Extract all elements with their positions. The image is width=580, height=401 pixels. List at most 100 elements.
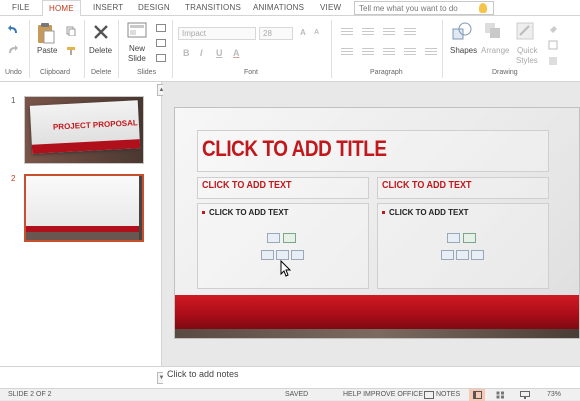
thumbnail-floor: [26, 232, 142, 240]
title-placeholder[interactable]: CLICK TO ADD TITLE: [197, 130, 549, 172]
title-placeholder-text: CLICK TO ADD TITLE: [202, 136, 387, 161]
save-status: SAVED: [285, 391, 309, 398]
font-name-field[interactable]: Impact: [178, 27, 256, 40]
group-label-clipboard: Clipboard: [40, 69, 70, 76]
divider: [84, 20, 85, 78]
slide-number-1: 1: [11, 96, 16, 105]
thumbnail-title: PROJECT PROPOSAL: [52, 118, 138, 132]
quick-styles-label-1[interactable]: Quick: [517, 46, 537, 55]
normal-view-icon: [473, 391, 482, 399]
quick-styles-label-2[interactable]: Styles: [516, 56, 538, 65]
insert-video-icon[interactable]: [291, 250, 304, 260]
insert-picture-icon[interactable]: [441, 250, 454, 260]
right-content-placeholder[interactable]: CLICK TO ADD TEXT: [377, 203, 549, 289]
new-slide-label-1[interactable]: New: [129, 44, 145, 53]
group-label-delete: Delete: [91, 69, 112, 76]
insert-table-icon[interactable]: [267, 233, 280, 243]
right-header-placeholder[interactable]: CLICK TO ADD TEXT: [377, 177, 549, 199]
insert-online-picture-icon[interactable]: [276, 250, 289, 260]
font-color-button[interactable]: A: [233, 48, 240, 58]
bullets-icon[interactable]: [341, 28, 353, 37]
reading-view-icon[interactable]: [520, 391, 530, 399]
copy-icon[interactable]: [66, 26, 76, 36]
help-improve-link[interactable]: HELP IMPROVE OFFICE: [343, 391, 423, 398]
quick-styles-icon[interactable]: [516, 22, 534, 40]
tab-insert[interactable]: INSERT: [93, 3, 123, 12]
divider: [331, 20, 332, 78]
shapes-button[interactable]: Shapes: [450, 46, 477, 55]
insert-table-icon[interactable]: [447, 233, 460, 243]
divider: [172, 20, 173, 78]
insert-chart-icon[interactable]: [463, 233, 476, 243]
slide-thumbnail-1[interactable]: PROJECT PROPOSAL: [24, 96, 144, 164]
slide-indicator: SLIDE 2 OF 2: [8, 391, 52, 398]
group-label-undo: Undo: [5, 69, 22, 76]
align-left-icon[interactable]: [341, 48, 353, 57]
new-slide-icon[interactable]: [127, 22, 147, 38]
reset-icon[interactable]: [156, 39, 166, 47]
shrink-font-icon[interactable]: A: [314, 29, 319, 36]
shapes-icon[interactable]: [452, 22, 472, 40]
font-size-field[interactable]: 28: [259, 27, 293, 40]
grow-font-icon[interactable]: A: [300, 28, 306, 37]
new-slide-label-2[interactable]: Slide: [128, 54, 146, 63]
tab-home[interactable]: HOME: [42, 0, 81, 17]
thumbnail-card: PROJECT PROPOSAL: [29, 100, 141, 154]
tab-design[interactable]: DESIGN: [138, 3, 170, 12]
insert-picture-icon[interactable]: [261, 250, 274, 260]
divider: [118, 20, 119, 78]
group-label-drawing: Drawing: [492, 69, 518, 76]
notes-left-spacer: [0, 366, 163, 388]
slide-red-band: [175, 295, 579, 329]
thumbnail-red-bar: [31, 139, 141, 154]
arrange-icon[interactable]: [484, 22, 502, 40]
shape-effects-icon[interactable]: [548, 56, 558, 66]
tab-view[interactable]: VIEW: [320, 3, 341, 12]
insert-online-picture-icon[interactable]: [456, 250, 469, 260]
insert-video-icon[interactable]: [471, 250, 484, 260]
slide-thumbnail-pane: 1 PROJECT PROPOSAL 2: [0, 82, 162, 366]
slide-editing-canvas: CLICK TO ADD TITLE CLICK TO ADD TEXT CLI…: [163, 82, 580, 366]
tell-me-search[interactable]: Tell me what you want to do: [354, 1, 494, 15]
tab-transitions[interactable]: TRANSITIONS: [185, 3, 241, 12]
ribbon: Undo Paste Clipboard Delete Delete New S…: [0, 16, 580, 82]
section-icon[interactable]: [156, 54, 166, 62]
notes-button[interactable]: NOTES: [436, 391, 460, 398]
insert-chart-icon[interactable]: [283, 233, 296, 243]
shape-outline-icon[interactable]: [548, 40, 558, 50]
thumbnail-edge: [139, 176, 142, 240]
layout-icon[interactable]: [156, 24, 166, 32]
delete-button[interactable]: Delete: [89, 46, 112, 55]
shape-fill-icon[interactable]: [548, 24, 558, 34]
mouse-cursor-icon: [280, 260, 292, 277]
paste-button[interactable]: Paste: [37, 46, 57, 55]
align-center-icon[interactable]: [362, 48, 374, 57]
right-header-text: CLICK TO ADD TEXT: [382, 180, 472, 191]
bold-button[interactable]: B: [183, 48, 190, 58]
numbering-icon[interactable]: [362, 28, 374, 37]
justify-icon[interactable]: [404, 48, 416, 57]
tab-file[interactable]: FILE: [12, 3, 30, 12]
insert-content-icons: [441, 233, 485, 267]
undo-icon[interactable]: [7, 24, 19, 34]
current-slide: CLICK TO ADD TITLE CLICK TO ADD TEXT CLI…: [174, 107, 580, 339]
tab-animations[interactable]: ANIMATIONS: [253, 3, 304, 12]
slide-number-2: 2: [11, 174, 16, 183]
redo-icon[interactable]: [7, 44, 19, 54]
left-header-placeholder[interactable]: CLICK TO ADD TEXT: [197, 177, 369, 199]
increase-indent-icon[interactable]: [404, 28, 416, 37]
zoom-level[interactable]: 73%: [547, 391, 561, 398]
arrange-button[interactable]: Arrange: [481, 46, 509, 55]
format-painter-icon[interactable]: [66, 46, 76, 56]
decrease-indent-icon[interactable]: [383, 28, 395, 37]
slide-thumbnail-2[interactable]: [24, 174, 144, 242]
slide-sorter-icon[interactable]: [496, 391, 505, 399]
align-right-icon[interactable]: [383, 48, 395, 57]
columns-icon[interactable]: [425, 48, 437, 57]
delete-icon[interactable]: [92, 23, 110, 41]
notes-icon[interactable]: [424, 391, 434, 399]
underline-button[interactable]: U: [216, 48, 223, 58]
italic-button[interactable]: I: [200, 48, 203, 58]
notes-pane[interactable]: Click to add notes: [163, 366, 580, 388]
paste-icon[interactable]: [37, 22, 55, 44]
